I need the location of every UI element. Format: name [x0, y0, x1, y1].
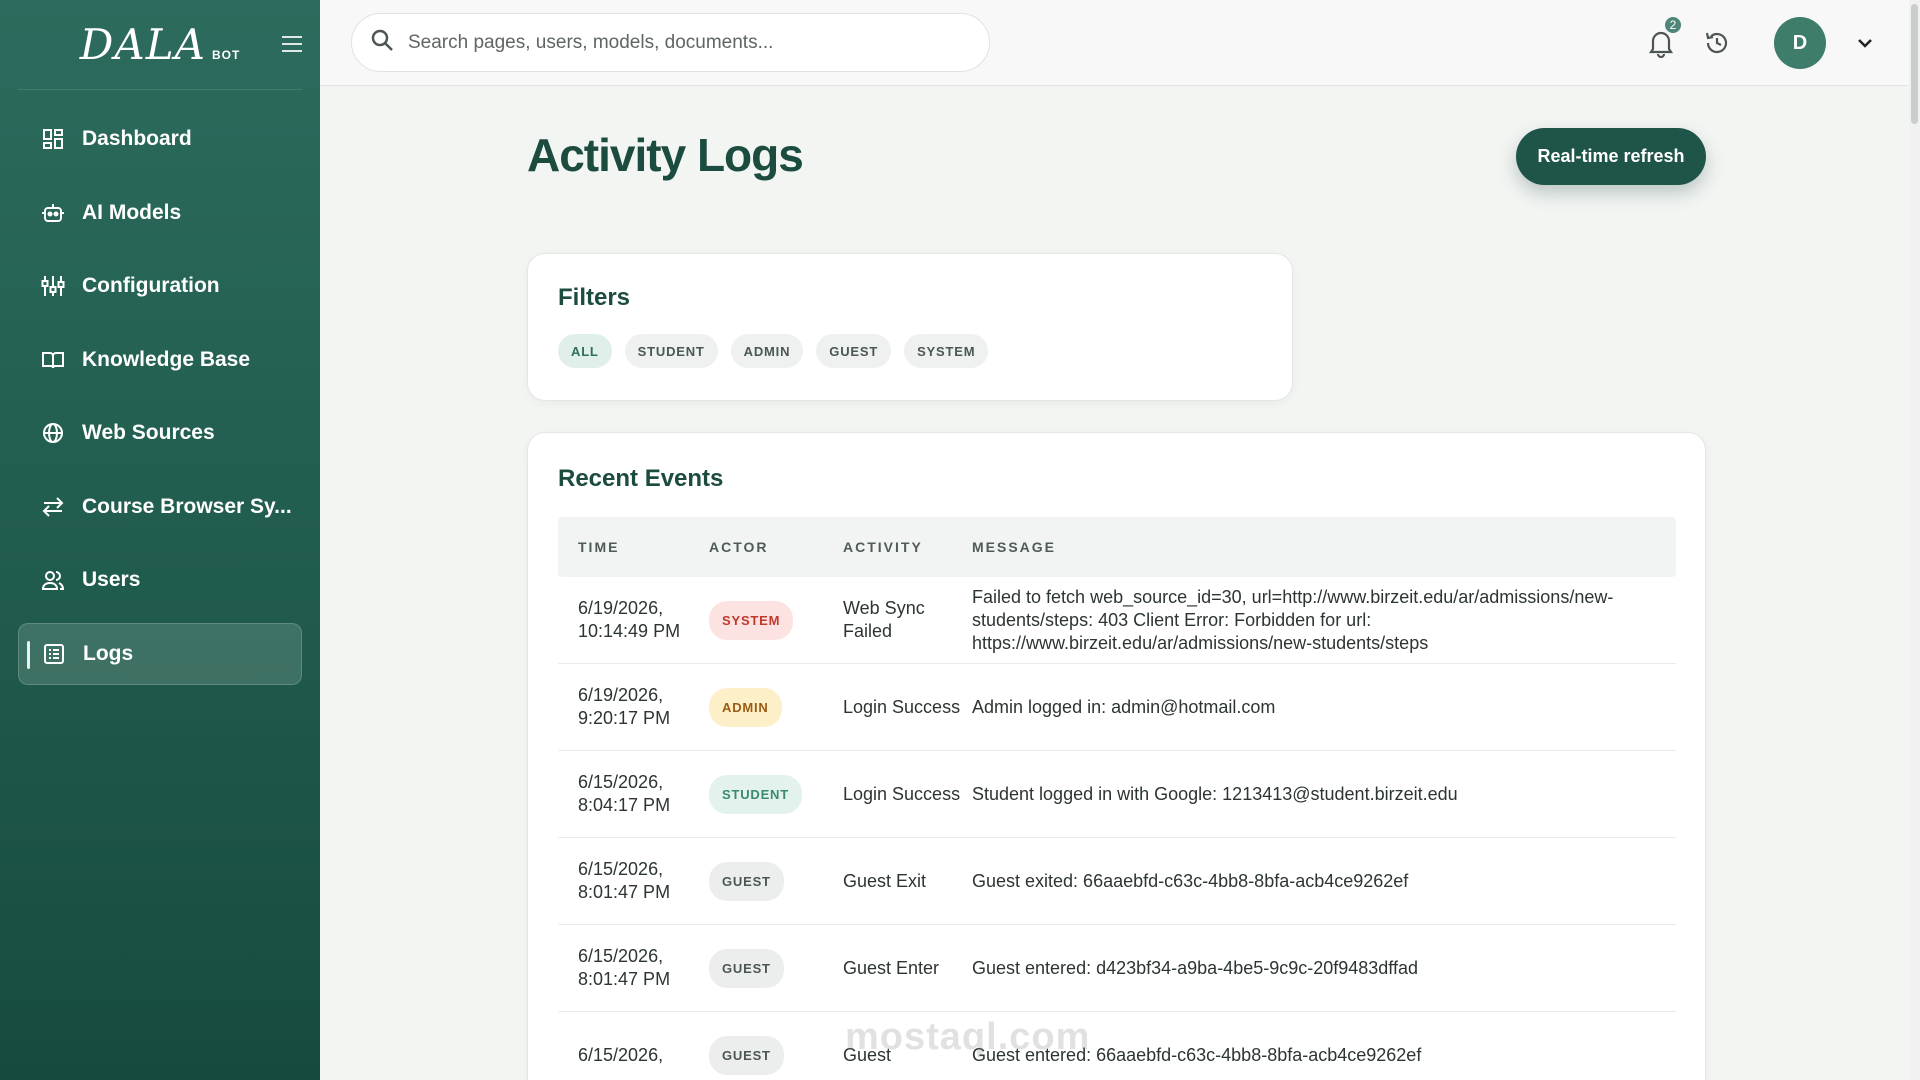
table-row[interactable]: 6/15/2026, GUEST Guest Guest entered: 66…: [558, 1012, 1676, 1080]
column-header-actor[interactable]: ACTOR: [709, 539, 843, 555]
sidebar-item-label: Dashboard: [82, 127, 192, 150]
sidebar-item-dashboard[interactable]: Dashboard: [18, 108, 302, 170]
column-header-time[interactable]: TIME: [558, 539, 709, 555]
event-message: Failed to fetch web_source_id=30, url=ht…: [972, 586, 1614, 653]
event-message: Guest exited: 66aaebfd-c63c-4bb8-8bfa-ac…: [972, 870, 1409, 891]
sidebar-item-label: Logs: [83, 641, 134, 665]
filter-chip-admin[interactable]: ADMIN: [730, 334, 804, 368]
filters-title: Filters: [558, 284, 631, 311]
recent-events-title: Recent Events: [558, 465, 724, 492]
filter-chips: ALL STUDENT ADMIN GUEST SYSTEM: [558, 334, 1262, 368]
notification-badge: 2: [1663, 15, 1683, 35]
sidebar-item-label: AI Models: [82, 200, 182, 224]
page-title: Activity Logs: [527, 129, 804, 181]
event-activity: Guest Exit: [843, 870, 927, 891]
event-activity: Login Success: [843, 783, 961, 804]
sidebar-item-label: Course Browser Sy...: [82, 494, 292, 518]
events-table: TIME ACTOR ACTIVITY MESSAGE 6/19/2026, 1…: [558, 517, 1676, 1080]
swap-icon: [40, 494, 66, 520]
filter-chip-student[interactable]: STUDENT: [624, 334, 718, 368]
brand-name: DALA: [79, 20, 206, 69]
actor-badge: GUEST: [709, 861, 784, 901]
search-icon: [370, 28, 394, 57]
search-box[interactable]: [351, 13, 990, 72]
avatar[interactable]: D: [1774, 17, 1826, 69]
actor-badge: SYSTEM: [709, 600, 794, 640]
table-row[interactable]: 6/15/2026, 8:01:47 PM GUEST Guest Enter …: [558, 925, 1676, 1012]
event-message: Guest entered: d423bf34-a9ba-4be5-9c9c-2…: [972, 957, 1419, 978]
sidebar-item-logs[interactable]: Logs: [18, 622, 302, 685]
realtime-refresh-button[interactable]: Real-time refresh: [1516, 128, 1706, 185]
history-icon[interactable]: [1704, 30, 1730, 56]
sidebar-item-ai-models[interactable]: AI Models: [18, 182, 302, 244]
actor-badge: ADMIN: [709, 687, 782, 727]
sidebar-item-label: Web Sources: [82, 421, 215, 444]
event-time: 6/15/2026, 8:04:17 PM: [578, 772, 671, 815]
sidebar-item-label: Knowledge Base: [82, 347, 251, 371]
event-activity: Login Success: [843, 696, 961, 717]
filter-chip-system[interactable]: SYSTEM: [904, 334, 989, 368]
filter-chip-guest[interactable]: GUEST: [816, 334, 892, 368]
sidebar-item-course-browser-sync[interactable]: Course Browser Sy...: [18, 476, 302, 538]
table-row[interactable]: 6/19/2026, 10:14:49 PM SYSTEM Web Sync F…: [558, 577, 1676, 664]
recent-events-card: Recent Events TIME ACTOR ACTIVITY MESSAG…: [527, 432, 1706, 1080]
event-message: Student logged in with Google: 1213413@s…: [972, 783, 1458, 804]
actor-badge: GUEST: [709, 1035, 784, 1075]
event-activity: Web Sync Failed: [843, 598, 925, 641]
sidebar: DALA BOT Dashboard AI Models Configurati…: [0, 0, 320, 1080]
event-time: 6/15/2026,: [578, 1044, 664, 1065]
sidebar-item-web-sources[interactable]: Web Sources: [18, 402, 302, 464]
column-header-activity[interactable]: ACTIVITY: [843, 539, 972, 555]
brand-sub: BOT: [211, 47, 241, 62]
sidebar-item-configuration[interactable]: Configuration: [18, 255, 302, 317]
table-row[interactable]: 6/19/2026, 9:20:17 PM ADMIN Login Succes…: [558, 664, 1676, 751]
search-input[interactable]: [408, 31, 968, 54]
watermark-text: mostaql.com: [845, 1016, 1091, 1058]
brand-logo[interactable]: DALA BOT: [18, 0, 302, 90]
topbar: 2 D: [320, 0, 1920, 86]
robot-icon: [40, 200, 66, 226]
book-icon: [40, 347, 66, 373]
event-time: 6/15/2026, 8:01:47 PM: [578, 859, 671, 902]
table-row[interactable]: 6/15/2026, 8:04:17 PM STUDENT Login Succ…: [558, 751, 1676, 838]
dashboard-icon: [40, 126, 66, 152]
table-header: TIME ACTOR ACTIVITY MESSAGE: [558, 517, 1676, 577]
scrollbar-thumb[interactable]: [1911, 4, 1918, 124]
column-header-message[interactable]: MESSAGE: [972, 539, 1676, 555]
event-message: Admin logged in: admin@hotmail.com: [972, 696, 1276, 717]
globe-icon: [40, 420, 66, 446]
hamburger-menu-icon[interactable]: [282, 36, 302, 54]
filters-card: Filters ALL STUDENT ADMIN GUEST SYSTEM: [527, 253, 1293, 401]
event-activity: Guest Enter: [843, 957, 940, 978]
page-scrollbar[interactable]: [1909, 0, 1920, 1080]
actor-badge: STUDENT: [709, 774, 802, 814]
chevron-down-icon[interactable]: [1856, 34, 1874, 52]
sidebar-item-users[interactable]: Users: [18, 549, 302, 611]
event-time: 6/15/2026, 8:01:47 PM: [578, 946, 671, 989]
table-row[interactable]: 6/15/2026, 8:01:47 PM GUEST Guest Exit G…: [558, 838, 1676, 925]
sidebar-item-knowledge-base[interactable]: Knowledge Base: [18, 329, 302, 391]
filter-chip-all[interactable]: ALL: [558, 334, 612, 368]
users-icon: [40, 567, 66, 593]
logs-icon: [41, 641, 67, 667]
sliders-icon: [40, 273, 66, 299]
sidebar-item-label: Configuration: [82, 274, 220, 297]
sidebar-nav: Dashboard AI Models Configuration Knowle…: [0, 108, 320, 685]
actor-badge: GUEST: [709, 948, 784, 988]
event-time: 6/19/2026, 10:14:49 PM: [578, 598, 681, 641]
sidebar-item-label: Users: [82, 568, 141, 591]
event-time: 6/19/2026, 9:20:17 PM: [578, 685, 671, 728]
